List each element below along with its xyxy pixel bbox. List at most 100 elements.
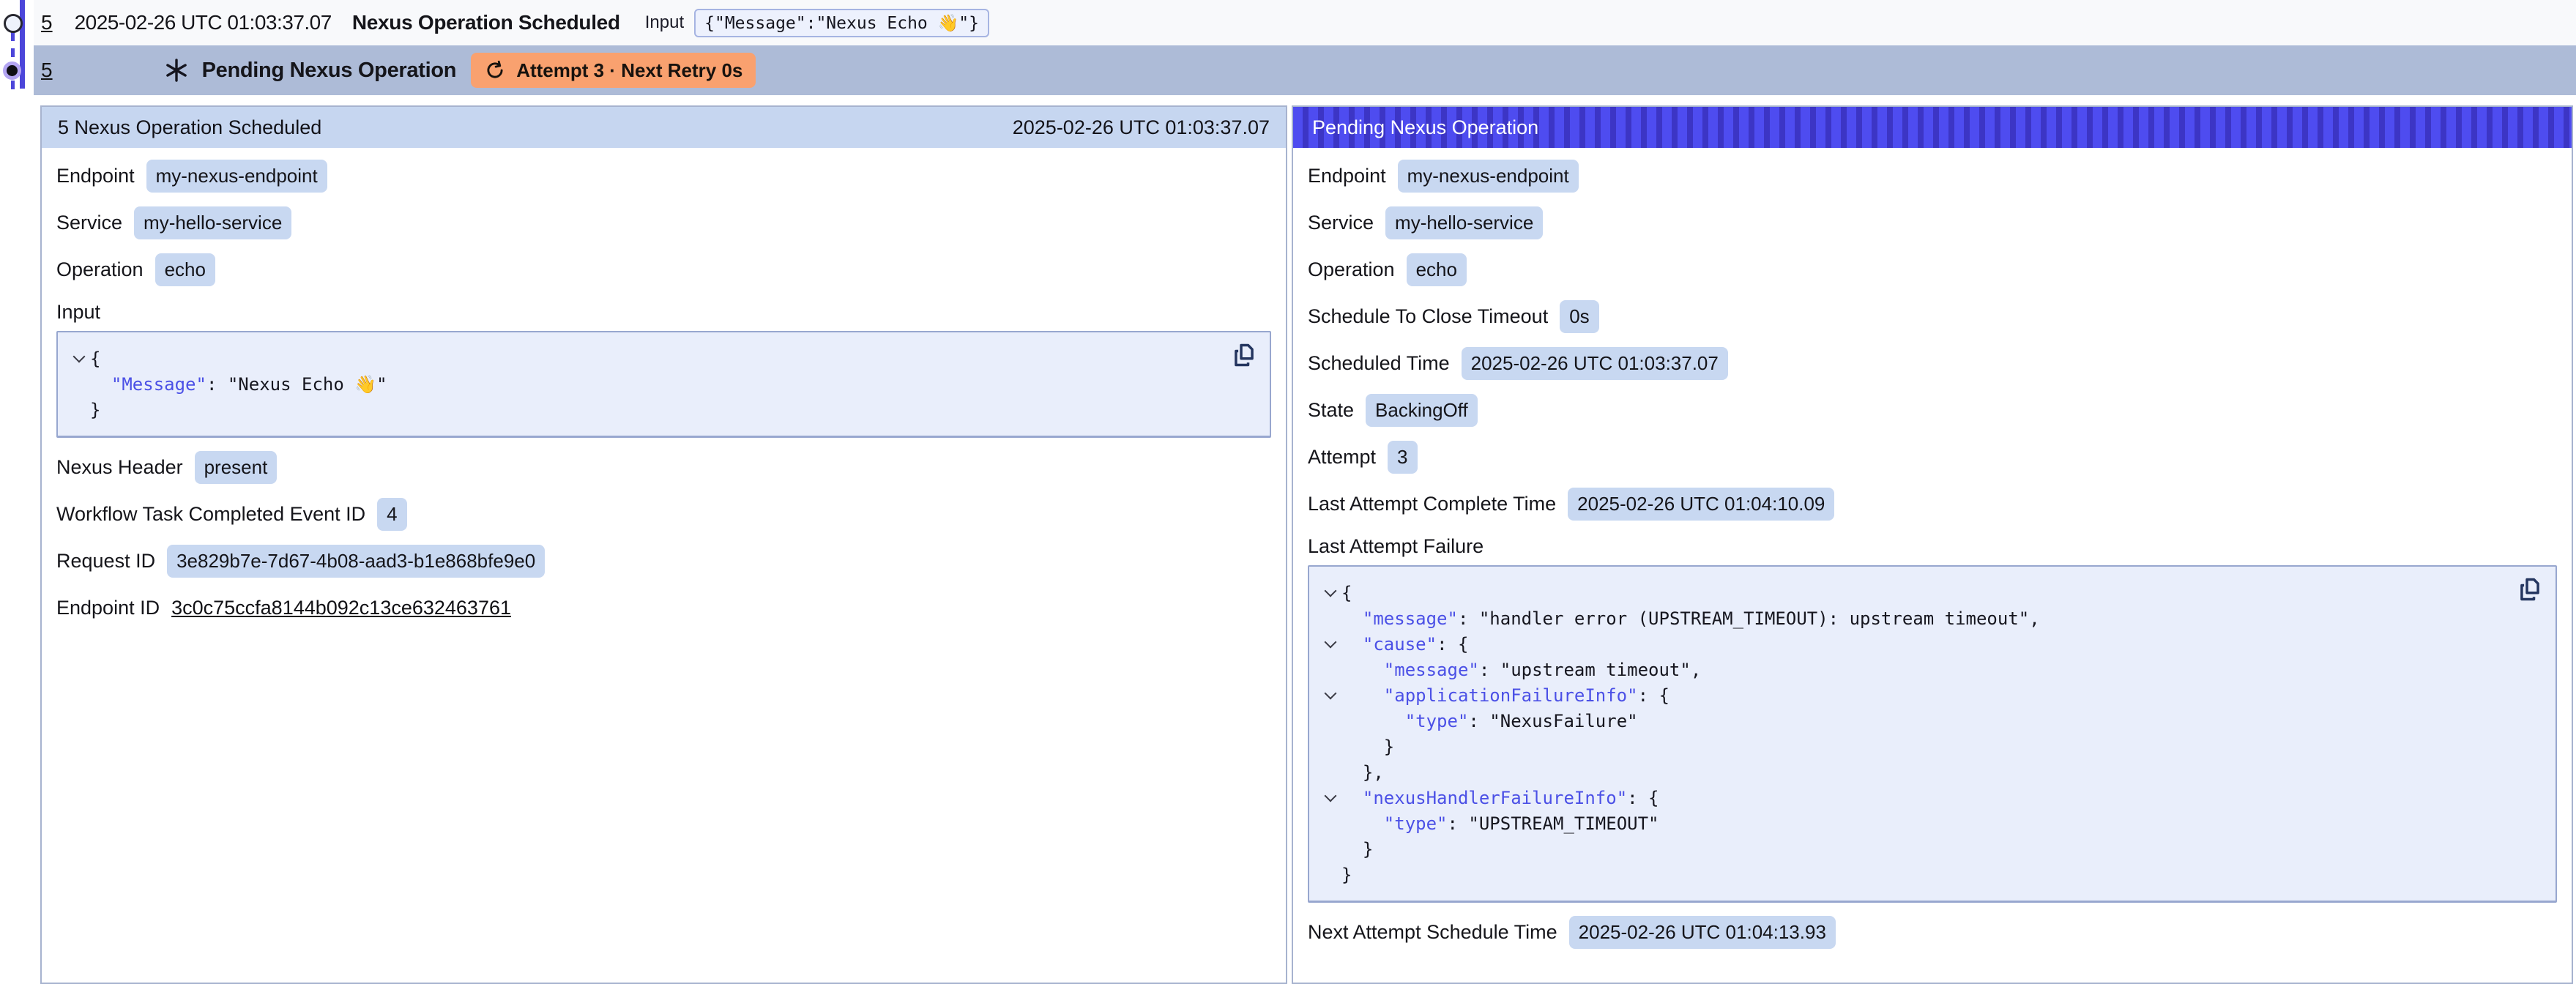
code-line: "type": "UPSTREAM_TIMEOUT" (1319, 810, 2545, 836)
retry-badge-label: Attempt 3 · Next Retry 0s (516, 59, 742, 82)
detail-row: Next Attempt Schedule Time 2025-02-26 UTC… (1308, 913, 2557, 951)
event-details-header-title: 5 Nexus Operation Scheduled (58, 116, 321, 139)
event-id-link[interactable]: 5 (41, 11, 53, 34)
timeline-event-dot-open (4, 14, 23, 33)
pending-operation-header: Pending Nexus Operation (1293, 107, 2572, 148)
detail-row: Operationecho (56, 250, 1271, 288)
code-line: "message": "upstream timeout", (1319, 657, 2545, 682)
code-line-text: "nexusHandlerFailureInfo": { (1341, 788, 1659, 808)
event-timestamp: 2025-02-26 UTC 01:03:37.07 (75, 11, 332, 34)
pending-operation-panel: Pending Nexus Operation Endpointmy-nexus… (1292, 105, 2573, 984)
event-details-header-time: 2025-02-26 UTC 01:03:37.07 (1013, 116, 1270, 139)
detail-value-badge: 2025-02-26 UTC 01:04:13.93 (1569, 916, 1836, 949)
detail-value-badge: echo (1407, 253, 1467, 286)
pending-asterisk-icon (164, 58, 189, 83)
detail-label: Service (56, 212, 122, 234)
detail-label: Last Attempt Complete Time (1308, 493, 1556, 515)
detail-value-badge: echo (155, 253, 215, 286)
code-line-gutter (1319, 641, 1341, 646)
code-line: } (1319, 734, 2545, 759)
code-line: "applicationFailureInfo": { (1319, 682, 2545, 708)
event-details-header: 5 Nexus Operation Scheduled 2025-02-26 U… (42, 107, 1286, 148)
code-line-text: }, (1341, 762, 1384, 783)
detail-row: Service my-hello-service (56, 204, 1271, 242)
detail-label: Endpoint (1308, 165, 1386, 187)
code-line-text: } (1341, 737, 1394, 757)
event-title: Nexus Operation Scheduled (352, 11, 620, 34)
code-line-text: { (90, 348, 100, 369)
code-line-text: "applicationFailureInfo": { (1341, 685, 1669, 706)
code-line-text: "message": "handler error (UPSTREAM_TIME… (1341, 608, 2040, 629)
detail-value-badge: my-hello-service (134, 206, 291, 239)
collapse-chevron-icon[interactable] (1325, 585, 1337, 597)
code-line-gutter (1319, 795, 1341, 800)
event-row-nexus-operation-scheduled[interactable]: 5 2025-02-26 UTC 01:03:37.07 Nexus Opera… (34, 0, 2576, 45)
detail-row: Endpointmy-nexus-endpoint (1308, 157, 2557, 195)
detail-row: Schedule To Close Timeout0s (1308, 297, 2557, 335)
detail-label: Scheduled Time (1308, 352, 1450, 375)
detail-row: State BackingOff (1308, 391, 2557, 429)
code-line-text: "cause": { (1341, 634, 1468, 655)
detail-row: Request ID 3e829b7e-7d67-4b08-aad3-b1e868… (56, 542, 1271, 580)
event-id-link[interactable]: 5 (41, 59, 53, 82)
copy-button[interactable] (1230, 341, 1258, 369)
temporal-event-history-page: { "colors": { "accent_indigo": "#4c46da"… (0, 0, 2576, 956)
code-line: }, (1319, 759, 2545, 785)
code-line-gutter (68, 356, 90, 361)
timeline-event-dot-selected (3, 61, 21, 80)
code-line-gutter (1319, 590, 1341, 595)
collapse-chevron-icon[interactable] (73, 351, 86, 363)
detail-value-badge: 4 (377, 498, 406, 531)
code-line: "type": "NexusFailure" (1319, 708, 2545, 734)
input-section-label: Input (56, 297, 1271, 327)
retry-icon (484, 59, 506, 81)
detail-row: Endpoint my-nexus-endpoint (56, 157, 1271, 195)
detail-label: Service (1308, 212, 1374, 234)
code-line-text: } (1341, 865, 1352, 885)
detail-label: Attempt (1308, 446, 1376, 469)
detail-value-badge: BackingOff (1366, 394, 1478, 427)
code-line: { (68, 346, 1259, 371)
detail-value-badge: 3e829b7e-7d67-4b08-aad3-b1e868bfe9e0 (167, 545, 545, 578)
pending-operation-body: Endpointmy-nexus-endpoint Service my-hello… (1293, 148, 2572, 974)
event-input-label: Input (645, 12, 684, 33)
code-line: { (1319, 580, 2545, 605)
pending-event-title: Pending Nexus Operation (202, 59, 457, 83)
event-row-pending-nexus-operation[interactable]: 5 Pending Nexus Operation Attempt 3 · Ne… (34, 45, 2576, 95)
code-line-gutter (1319, 693, 1341, 698)
code-line: } (68, 397, 1259, 422)
copy-button[interactable] (2516, 575, 2544, 603)
timeline-active-bar (20, 0, 25, 89)
detail-value-link[interactable]: 3c0c75ccfa8144b092c13ce632463761 (171, 597, 511, 619)
collapse-chevron-icon[interactable] (1325, 790, 1337, 802)
detail-value-badge: present (195, 451, 278, 484)
detail-label: Endpoint ID (56, 597, 160, 619)
code-line-text: "Message": "Nexus Echo 👋" (90, 374, 387, 395)
input-json-viewer: { "Message": "Nexus Echo 👋"} (56, 331, 1271, 438)
failure-json-viewer: { "message": "handler error (UPSTREAM_TI… (1308, 565, 2557, 903)
code-line-text: "type": "NexusFailure" (1341, 711, 1638, 731)
detail-row: Workflow Task Completed Event ID4 (56, 495, 1271, 533)
code-line-text: } (1341, 839, 1373, 860)
event-details-panel: 5 Nexus Operation Scheduled 2025-02-26 U… (40, 105, 1287, 984)
code-line: "Message": "Nexus Echo 👋" (68, 371, 1259, 397)
event-details-body: Endpoint my-nexus-endpoint Service my-hello… (42, 148, 1286, 650)
retry-status-badge: Attempt 3 · Next Retry 0s (471, 53, 756, 88)
detail-label: State (1308, 399, 1354, 422)
code-line-text: "type": "UPSTREAM_TIMEOUT" (1341, 813, 1659, 834)
detail-label: Operation (1308, 258, 1395, 281)
detail-value-badge: my-nexus-endpoint (146, 160, 327, 193)
detail-label: Request ID (56, 550, 155, 573)
collapse-chevron-icon[interactable] (1325, 687, 1337, 700)
code-line-text: } (90, 400, 100, 420)
detail-value-badge: my-hello-service (1385, 206, 1543, 239)
collapse-chevron-icon[interactable] (1325, 636, 1337, 649)
detail-value-badge: 0s (1560, 300, 1598, 333)
code-line: "nexusHandlerFailureInfo": { (1319, 785, 2545, 810)
code-line: "cause": { (1319, 631, 2545, 657)
event-input-preview-chip: {"Message":"Nexus Echo 👋"} (694, 9, 989, 37)
code-line: "message": "handler error (UPSTREAM_TIME… (1319, 605, 2545, 631)
detail-row: Attempt3 (1308, 438, 2557, 476)
detail-label: Next Attempt Schedule Time (1308, 921, 1557, 944)
detail-label: Endpoint (56, 165, 135, 187)
